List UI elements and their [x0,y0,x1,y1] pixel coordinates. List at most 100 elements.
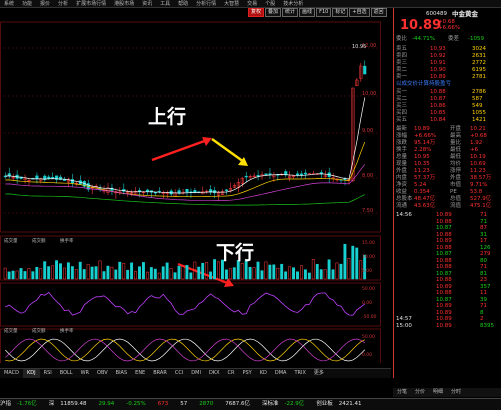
tick-tab-3[interactable]: 分时 [447,388,465,397]
volume-bar [355,247,359,280]
volume-bar [142,262,145,280]
indicator-tab-brar[interactable]: BRAR [149,369,171,378]
volume-axis-label: 10.00 [362,254,375,260]
menu-item-8[interactable]: 帮助 [174,1,192,8]
indicator-tab-kdj[interactable]: KDJ [23,369,40,378]
volume-bar [303,269,307,280]
indicator-tab-macd[interactable]: MACD [0,369,23,378]
indicator-tab-ene[interactable]: ENE [131,369,149,378]
menu-item-3[interactable]: 分析 [54,1,72,8]
menu-item-9[interactable]: 分析行情 [192,1,220,8]
toolbar-button-2[interactable]: 统计 [282,8,299,17]
price-axis-label: 8.00 [362,173,373,179]
indicator-tab-dkx[interactable]: DKX [205,369,224,378]
value: -44.71% [412,36,435,42]
indicator-tab-cci[interactable]: CCI [171,369,187,378]
menu-item-2[interactable]: 报价 [36,1,54,8]
volume-axis-label: 15.00 [362,240,375,246]
indicator-tab-cr[interactable]: CR [224,369,239,378]
status-value: 673 [157,401,169,407]
indicator-tab-wr[interactable]: WR [77,369,93,378]
price-axis-label: 10.00 [362,91,376,97]
tick-tab-2[interactable]: 明细 [429,388,447,397]
volume-bar [130,262,134,280]
toolbar-button-7[interactable]: 返回 [370,8,387,17]
indicator-tab-更多[interactable]: 更多 [310,369,328,378]
toolbar-button-1[interactable]: 叠加 [265,8,282,17]
volume-bar [51,265,55,280]
stock-code: 600489 [426,11,447,17]
menu-item-7[interactable]: 工具 [156,1,174,8]
chart-toolbar: 复权 叠加 统计 画线 F10 标记 +自选 返回 [248,8,388,19]
indicator-tab-rsi[interactable]: RSI [40,369,56,378]
kdj-axis-label: 0.00 [362,352,372,358]
indicator-tab-bias[interactable]: BIAS [112,369,132,378]
candle-body [224,189,229,191]
candle-body [268,173,272,175]
toolbar-button-3[interactable]: 画线 [299,8,316,17]
volume-bar [110,266,114,280]
volume-bar [260,270,264,280]
tick-tab-1[interactable]: 分价 [411,388,429,397]
quote-panel: 600489 中金黄金 10.89 +0.68 +6.66% 委比 -44.71%… [393,8,501,378]
toolbar-button-4[interactable]: F10 [316,8,332,17]
status-item: 深 11859.48 [49,401,93,407]
volume-bar [122,263,126,280]
menu-item-10[interactable]: 大智慧 [220,1,243,8]
volume-panel-label: 换手率 [60,237,74,244]
status-bar: 沪指 -1.76亿 深 11859.48 29.94 -0.25% 673 57 2870 768… [0,398,501,410]
label: 委比 [396,36,408,42]
price-axis-label: 9.00 [362,128,373,134]
menu-item-13[interactable]: 技术分析 [279,1,307,8]
stock-price: 10.89 [400,18,442,33]
toolbar-button-5[interactable]: 标记 [332,8,349,17]
candle-body [303,172,308,175]
toolbar-button-6[interactable]: +自选 [349,8,370,17]
menu-item-4[interactable]: 扩展市场行情 [72,1,110,8]
chart-area[interactable]: 12.00 10.00 9.00 8.00 7.50 10.95 成交量 成交额 换手率 15.0… [0,8,391,376]
volume-bar [284,271,288,280]
candlestick-chart[interactable]: 12.0010.009.008.007.5010.95成交量 成交额 换手率 15.0… [0,8,391,376]
volume-bar [276,267,280,280]
stock-header: 600489 中金黄金 [396,10,500,18]
status-value: -0.25% [126,401,146,407]
volume-bar [173,272,177,280]
menu-item-0[interactable]: 系统 [0,1,18,8]
candle-body [256,175,260,177]
candle-body [185,188,189,193]
toolbar-button-0[interactable]: 复权 [248,8,265,17]
candle-body [193,190,197,193]
volume-bar [169,268,173,280]
indicator-tab-psy[interactable]: PSY [238,369,255,378]
indicator-tab-trix[interactable]: TRIX [290,369,309,378]
volume-bar [43,261,47,280]
volume-panel-label: 成交额 [32,237,46,244]
status-value: 11859.48 [60,401,87,407]
volume-panel-label: 成交量 [4,237,18,244]
quote-row: 委比 -44.71% 委差 -1059 [396,35,500,43]
menu-item-5[interactable]: 港股市场 [110,1,138,8]
volume-bar [90,266,94,280]
volume-bar [55,260,58,280]
label: 委差 [448,36,460,42]
menu-item-12[interactable]: 个股 [261,1,279,8]
menu-item-6[interactable]: 资讯 [138,1,156,8]
quote-row: 以成交价计算持股盈亏 [396,80,500,88]
volume-axis-label: 5.00 [362,268,372,274]
indicator-tab-boll[interactable]: BOLL [56,369,77,378]
volume-bar [126,269,130,280]
volume-bar [161,266,165,280]
menu-item-1[interactable]: 功能 [18,1,36,8]
downtrend-arrow [211,138,245,163]
indicator-tab-obv[interactable]: OBV [93,369,112,378]
indicator-tab-kd[interactable]: KD [256,369,271,378]
stock-price-row: 10.89 +0.68 +6.66% [396,19,500,33]
indicator-tab-dma[interactable]: DMA [271,369,291,378]
indicator-tab-dmi[interactable]: DMI [187,369,205,378]
quote-row: 买五 10.84 1421 [396,116,500,124]
menu-item-11[interactable]: 交易 [243,1,261,8]
tick-tab-0[interactable]: 分笔 [393,388,411,397]
volume-bar [7,271,11,280]
volume-bar [181,266,185,280]
candle-body [264,173,268,175]
